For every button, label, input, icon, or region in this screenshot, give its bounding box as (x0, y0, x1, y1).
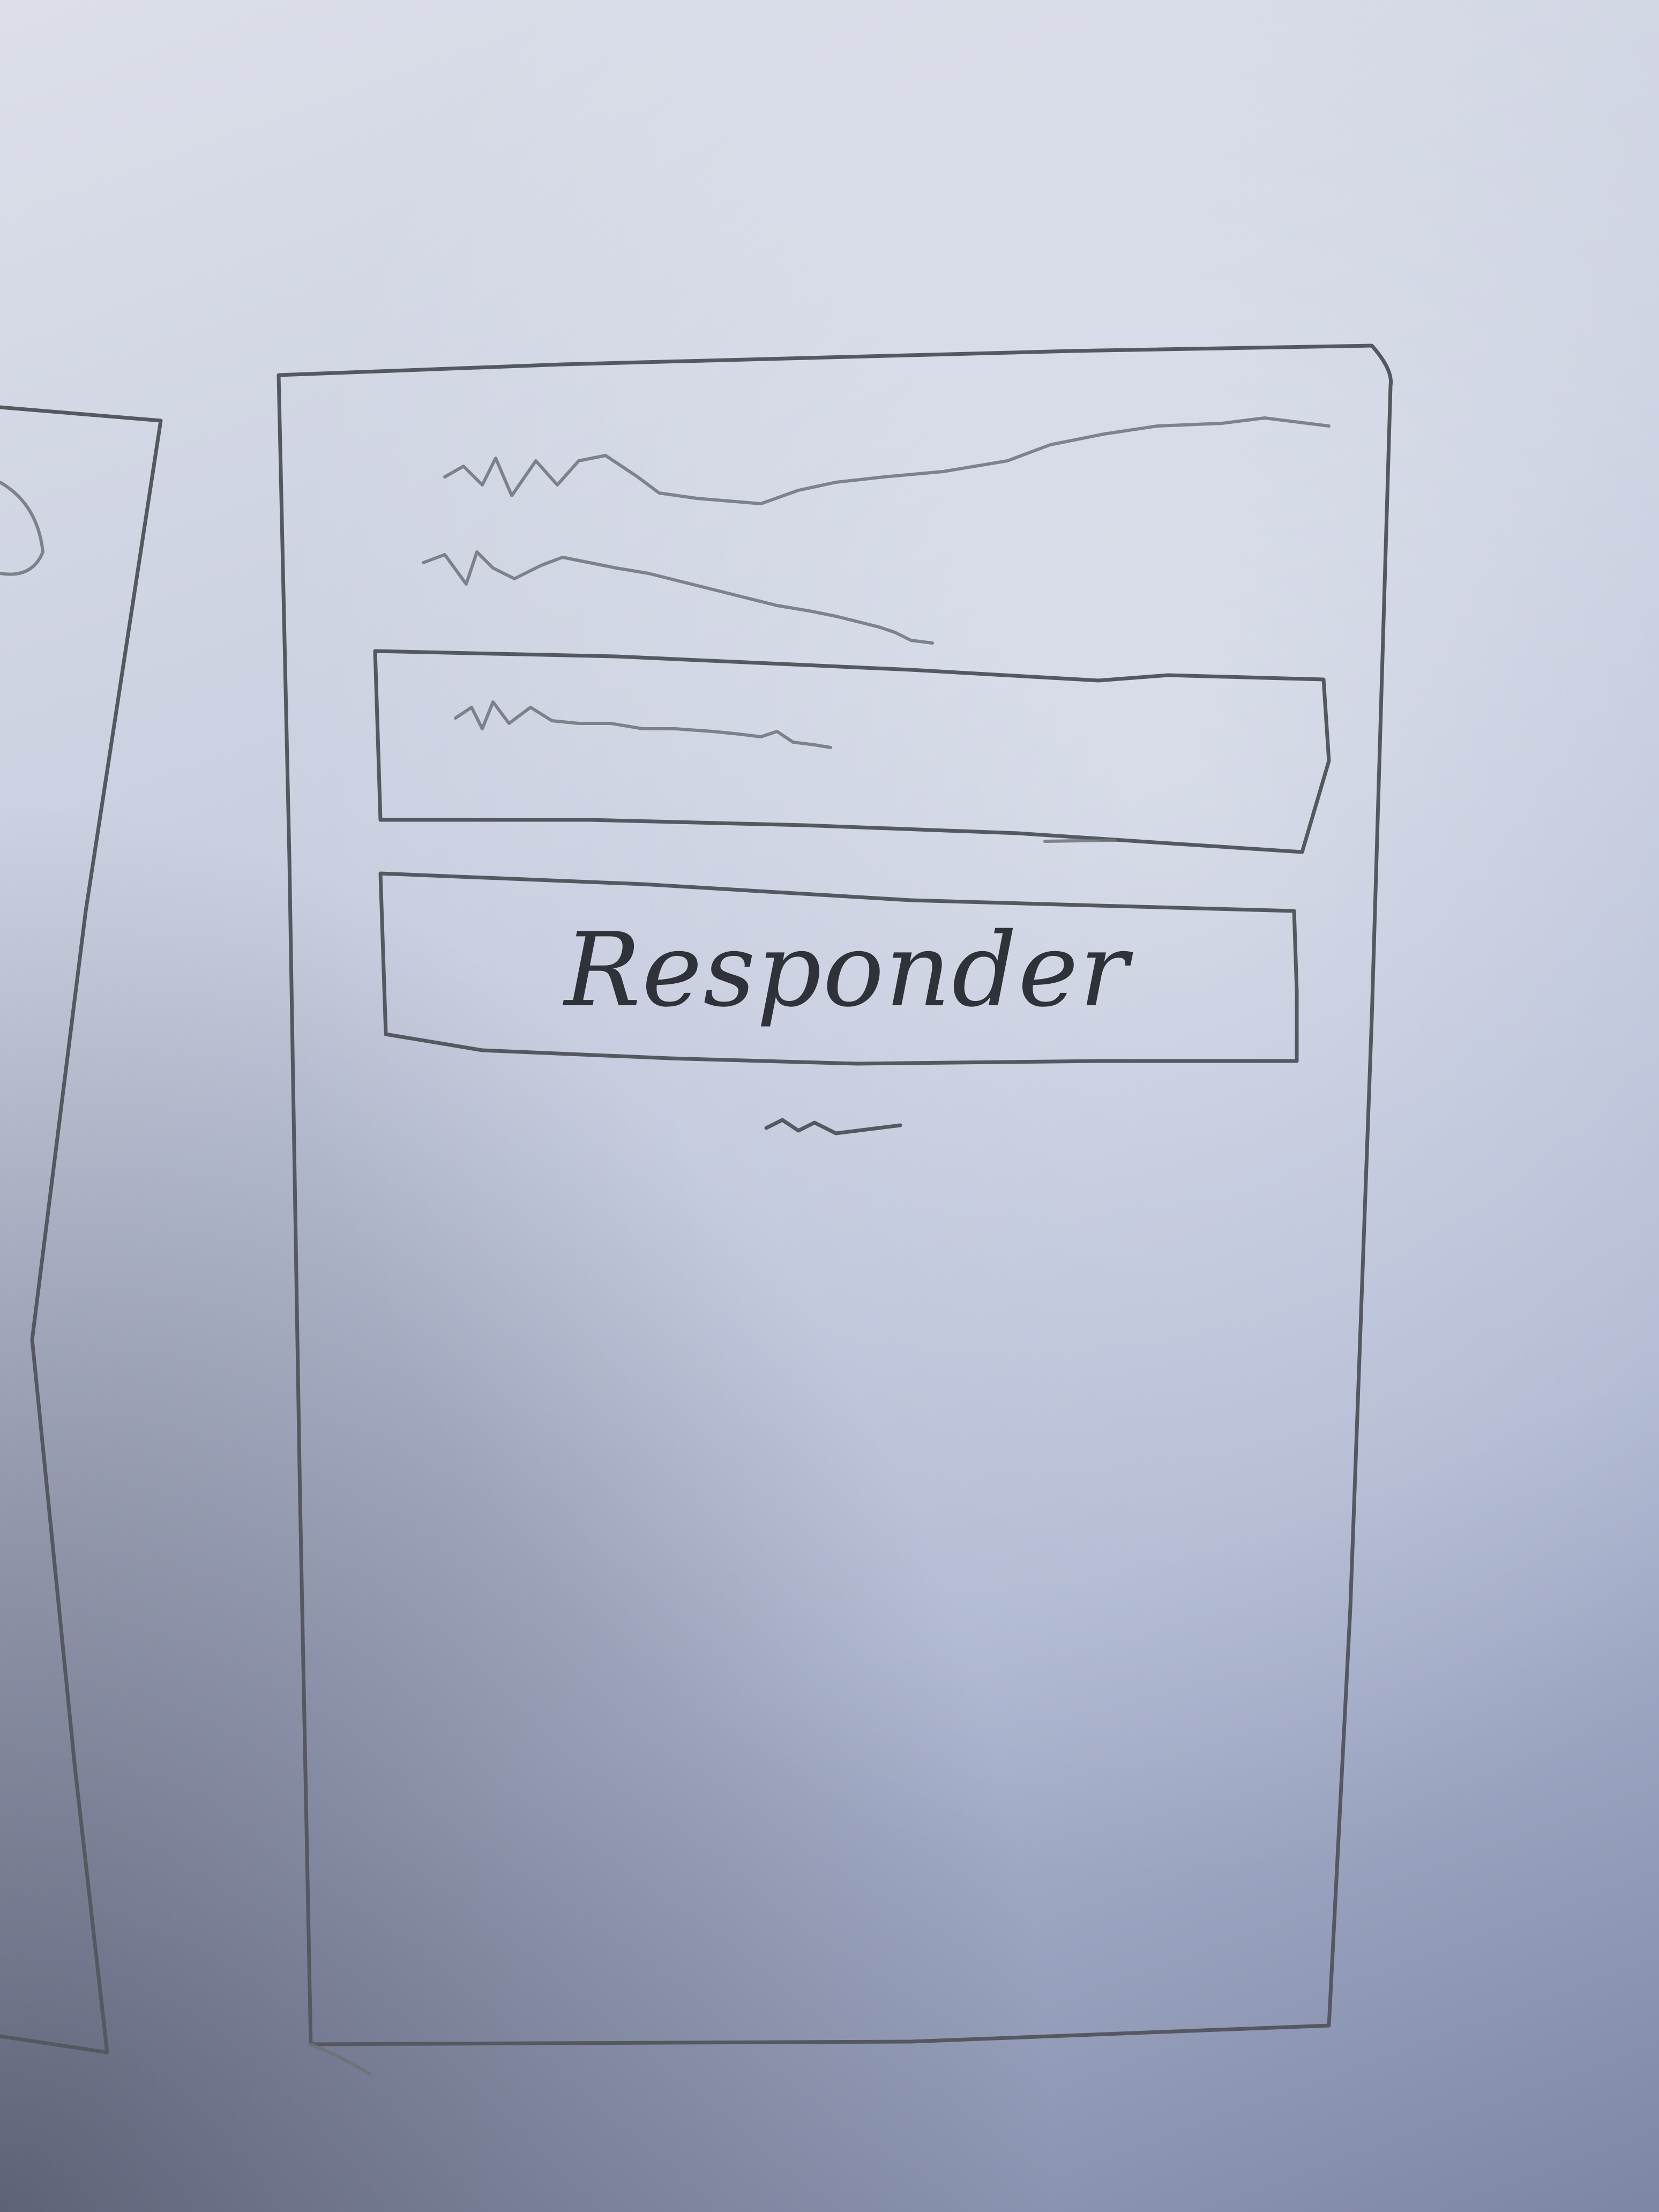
heading-text-scribble (443, 416, 1331, 505)
wireframe-sketch (0, 0, 1659, 2212)
subheading-text-scribble (422, 550, 934, 645)
left-screen-partial (0, 405, 163, 2054)
answer-input-box (373, 649, 1331, 854)
link-text-scribble (764, 1118, 902, 1135)
responder-button[interactable]: Responder (386, 890, 1307, 1050)
phone-screen-frame (276, 343, 1393, 2075)
